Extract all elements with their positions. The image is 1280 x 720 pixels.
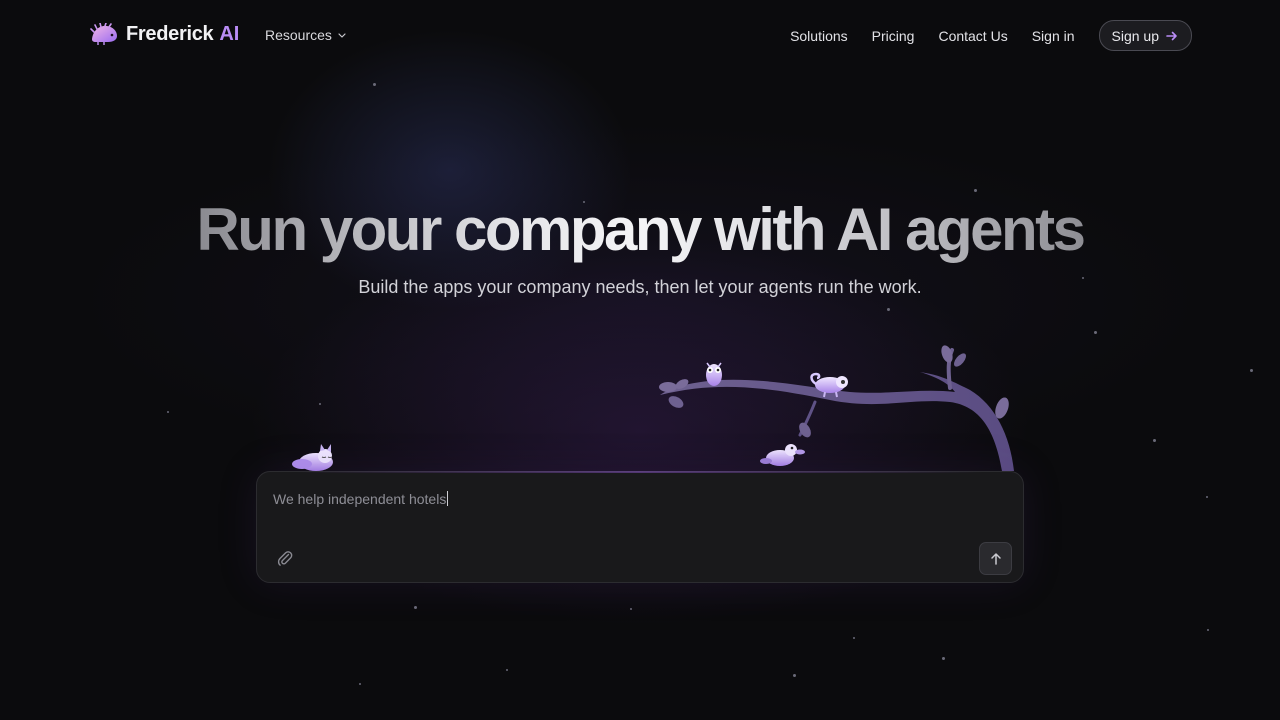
- arrow-right-icon: [1166, 31, 1177, 40]
- owl-icon: [706, 362, 722, 386]
- hero-headline-text: Run your company with AI agents: [196, 196, 1086, 263]
- chevron-down-icon: [338, 33, 346, 38]
- hero-subheadline: Build the apps your company needs, then …: [358, 277, 922, 297]
- nav-right: Solutions Pricing Contact Us Sign in Sig…: [766, 20, 1192, 51]
- nav-link-solutions[interactable]: Solutions: [790, 28, 848, 44]
- leaf-icon: [659, 382, 677, 392]
- prompt-glow-line: [297, 471, 983, 473]
- resources-menu[interactable]: Resources: [265, 27, 347, 43]
- paperclip-icon[interactable]: [275, 548, 295, 568]
- fox-icon: [292, 444, 333, 471]
- hedgehog-logo-icon: [90, 23, 117, 45]
- nav-link-contact-us[interactable]: Contact Us: [938, 28, 1007, 44]
- brand-logo[interactable]: Frederick AI: [90, 20, 239, 48]
- text-caret: [447, 491, 449, 506]
- top-nav: Frederick AI Resources Solutions Pricing…: [0, 0, 1280, 72]
- prompt-input-value: We help independent hotels: [273, 491, 447, 507]
- prompt-input[interactable]: We help independent hotels: [273, 491, 449, 507]
- resources-label: Resources: [265, 27, 332, 43]
- hero-headline: Run your company with AI agents: [0, 194, 1280, 266]
- sign-up-button[interactable]: Sign up: [1098, 20, 1192, 51]
- send-button[interactable]: [979, 542, 1012, 575]
- prompt-box: We help independent hotels: [256, 471, 1024, 583]
- brand-name: Frederick: [126, 22, 214, 45]
- arrow-up-icon: [990, 552, 1001, 565]
- nav-link-pricing[interactable]: Pricing: [872, 28, 915, 44]
- platypus-icon: [760, 444, 805, 466]
- branch-illustration: [292, 345, 1014, 471]
- brand-suffix: AI: [219, 22, 240, 45]
- sign-up-label: Sign up: [1111, 27, 1159, 44]
- nav-link-sign-in[interactable]: Sign in: [1032, 28, 1075, 44]
